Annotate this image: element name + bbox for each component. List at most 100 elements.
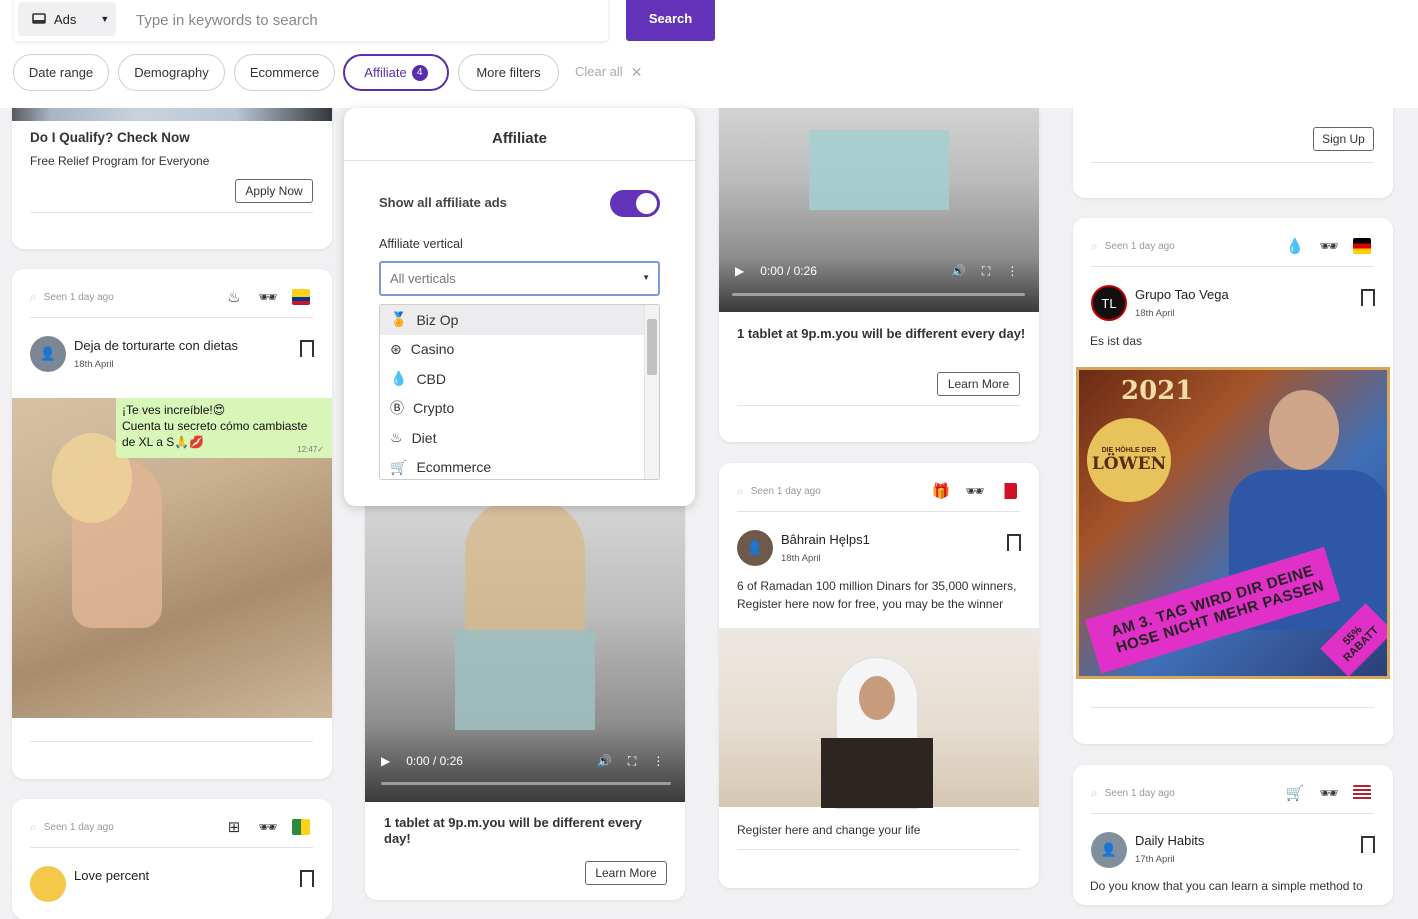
fullscreen-icon[interactable]: ⛶	[628, 754, 636, 769]
option-label: CBD	[416, 370, 446, 387]
bookmark-icon[interactable]	[1361, 289, 1375, 312]
seen-label: ⌕ Seen 1 day ago	[1091, 239, 1175, 254]
ad-card-dietas: ⌕ Seen 1 day ago ♨ 🕶 👤 Deja de torturart…	[12, 269, 332, 779]
clear-all-button[interactable]: Clear all ✕	[575, 64, 642, 81]
ad-image	[719, 628, 1039, 808]
spy-icon: 🕶	[965, 483, 985, 500]
seen-text: Seen 1 day ago	[43, 822, 114, 833]
divider	[1091, 266, 1374, 267]
drop-icon: 💧	[1285, 238, 1305, 255]
date-range-filter[interactable]: Date range	[13, 54, 109, 91]
scroll-thumb[interactable]	[647, 319, 657, 375]
germany-flag-icon	[1353, 238, 1371, 254]
search-icon: ⌕	[737, 484, 744, 498]
video-progress[interactable]	[381, 782, 671, 785]
search-button[interactable]: Search	[626, 0, 715, 41]
show-logo: DIE HÖHLE DER LÖWEN	[1087, 418, 1171, 502]
option-diet[interactable]: ♨ Diet	[380, 423, 659, 453]
divider	[737, 405, 1020, 406]
bookmark-icon[interactable]	[300, 340, 314, 363]
us-flag-icon	[1353, 785, 1371, 801]
video-progress[interactable]	[732, 293, 1025, 296]
option-cbd[interactable]: 💧 CBD	[380, 364, 659, 394]
advertiser-name: Bâhrain Hęlps1	[781, 532, 870, 547]
sign-up-button[interactable]: Sign Up	[1313, 127, 1374, 151]
more-icon[interactable]: ⋮	[652, 754, 664, 768]
diet-icon: ♨	[227, 289, 241, 306]
option-crypto[interactable]: Ⓑ Crypto	[380, 394, 659, 424]
shirt-shape	[455, 630, 595, 730]
affiliate-popup: Affiliate Show all affiliate ads Affilia…	[344, 108, 695, 506]
video-controls: ▶ 0:00 / 0:26 🔊 ⛶ ⋮	[719, 246, 1039, 296]
option-label: Crypto	[413, 400, 455, 417]
divider	[30, 212, 313, 213]
more-icon[interactable]: ⋮	[1006, 264, 1018, 278]
bookmark-icon[interactable]	[1361, 836, 1375, 859]
volume-icon[interactable]: 🔊	[951, 264, 966, 278]
demography-filter[interactable]: Demography	[118, 54, 225, 91]
seen-text: Seen 1 day ago	[1104, 241, 1175, 252]
ad-type-label: Ads	[54, 11, 77, 27]
select-placeholder: All verticals	[390, 271, 456, 286]
play-icon[interactable]: ▶	[735, 264, 744, 278]
spy-icon: 🕶	[258, 289, 278, 306]
spy-icon: 🕶	[1319, 238, 1339, 255]
more-filters-button[interactable]: More filters	[458, 54, 559, 91]
bookmark-icon[interactable]	[300, 870, 314, 893]
ad-footer-text: Register here and change your life	[737, 823, 921, 837]
shirt-shape	[809, 130, 949, 210]
search-icon: ⌕	[30, 290, 37, 304]
ad-tags: 🛒 🕶	[1285, 783, 1371, 803]
avatar: TL	[1091, 285, 1127, 321]
dropdown-scrollbar[interactable]	[644, 305, 659, 479]
monitor-icon	[32, 12, 46, 24]
seen-label: ⌕ Seen 1 day ago	[737, 484, 821, 499]
ad-type-select[interactable]: Ads ▼	[18, 2, 116, 36]
advertiser-name: Deja de torturarte con dietas	[74, 338, 239, 353]
chat-line: de XL a S🙏💋	[122, 435, 205, 449]
flag-icon	[292, 819, 310, 835]
seen-label: ⌕ Seen 1 day ago	[1091, 786, 1175, 801]
ad-text: 1 tablet at 9p.m.you will be different e…	[384, 815, 642, 846]
spy-icon: 🕶	[258, 819, 278, 836]
bitcoin-icon: Ⓑ	[390, 400, 404, 417]
clear-all-label: Clear all	[575, 64, 623, 79]
top-bar: Ads ▼ Type in keywords to search Search …	[0, 0, 1418, 108]
bahrain-flag-icon	[999, 483, 1017, 499]
option-label: Biz Op	[416, 311, 459, 328]
show-all-affiliate-toggle[interactable]	[610, 190, 660, 217]
ad-card-bahrain: ⌕ Seen 1 day ago 🎁 🕶 👤 Bâhrain Hęlps1 18…	[719, 463, 1039, 888]
search-input[interactable]: Type in keywords to search	[136, 12, 318, 29]
learn-more-button[interactable]: Learn More	[937, 372, 1020, 396]
option-casino[interactable]: ⊛ Casino	[380, 335, 659, 365]
apply-now-button[interactable]: Apply Now	[235, 179, 313, 203]
face-shape	[859, 676, 895, 720]
seen-text: Seen 1 day ago	[43, 292, 114, 303]
option-ecommerce[interactable]: 🛒 Ecommerce	[380, 453, 659, 480]
affiliate-count-badge: 4	[411, 64, 428, 81]
apps-icon: ⊞	[227, 819, 241, 836]
search-icon: ⌕	[30, 820, 37, 834]
cart-icon: 🛒	[1285, 785, 1305, 802]
vertical-select[interactable]: All verticals ▼	[379, 261, 660, 296]
bookmark-icon[interactable]	[1007, 534, 1021, 557]
seen-label: ⌕ Seen 1 day ago	[30, 290, 114, 305]
face-shape	[1269, 390, 1339, 470]
volume-icon[interactable]: 🔊	[597, 754, 612, 768]
ad-video[interactable]: ▶ 0:00 / 0:26 🔊 ⛶ ⋮	[365, 490, 685, 802]
chat-line: ¡Te ves increíble!😍	[122, 403, 226, 417]
ecommerce-filter[interactable]: Ecommerce	[234, 54, 335, 91]
ad-video[interactable]: ▶ 0:00 / 0:26 🔊 ⛶ ⋮	[719, 90, 1039, 312]
affiliate-filter[interactable]: Affiliate 4	[343, 54, 449, 91]
divider	[1091, 813, 1374, 814]
close-icon: ✕	[630, 64, 643, 80]
seen-label: ⌕ Seen 1 day ago	[30, 820, 114, 835]
play-icon[interactable]: ▶	[381, 754, 390, 768]
gift-icon: 🎁	[931, 483, 951, 500]
learn-more-button[interactable]: Learn More	[585, 861, 667, 885]
fullscreen-icon[interactable]: ⛶	[982, 264, 990, 279]
chat-line: Cuenta tu secreto cómo cambiaste	[122, 419, 308, 433]
spy-icon: 🕶	[1319, 785, 1339, 802]
option-biz-op[interactable]: 🏅 Biz Op	[380, 305, 659, 335]
drop-icon: 💧	[390, 370, 408, 387]
